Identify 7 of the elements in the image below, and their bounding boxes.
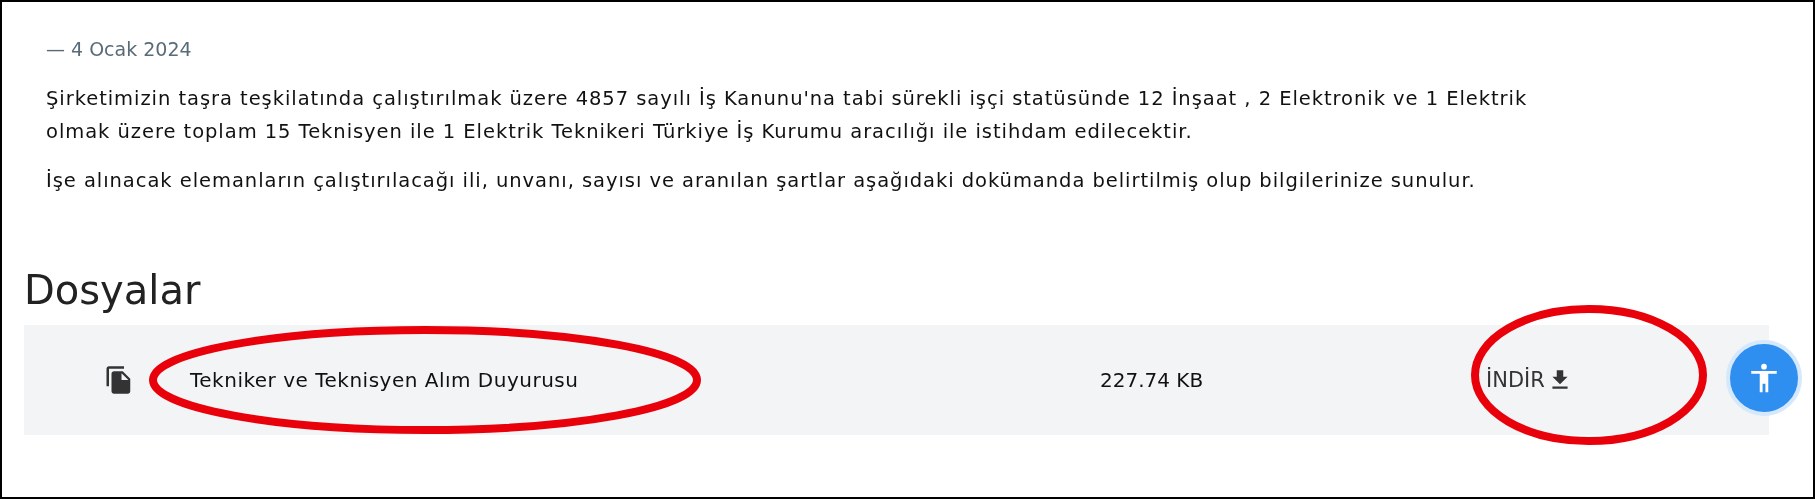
post-date: — 4 Ocak 2024 <box>46 38 193 60</box>
body-paragraph: İşe alınacak elemanların çalıştırılacağı ili, unvanı, sayısı ve aranılan şartlar aşağıdaki dokümanda belirtilmiş olup bilgilerinize sunulur. <box>46 168 1477 194</box>
download-button[interactable]: İNDİR <box>1480 361 1579 399</box>
section-heading: Dosyalar <box>24 267 202 313</box>
file-name: Tekniker ve Teknisyen Alım Duyurusu <box>190 368 580 392</box>
file-size: 227.74 KB <box>1100 368 1205 392</box>
body-paragraph: Şirketimizin taşra teşkilatında çalıştırılmak üzere 4857 sayılı İş Kanunu'na tabi sürekli işçi statüsünde 12 İnşaat , 2 Elektronik ve 1 Elektrik olmak üzere toplam 15 Teknisyen ile 1 Elektrik Teknikeri Türkiye İş Kurumu aracılığı ile istihdam edilecektir. <box>46 86 1529 145</box>
